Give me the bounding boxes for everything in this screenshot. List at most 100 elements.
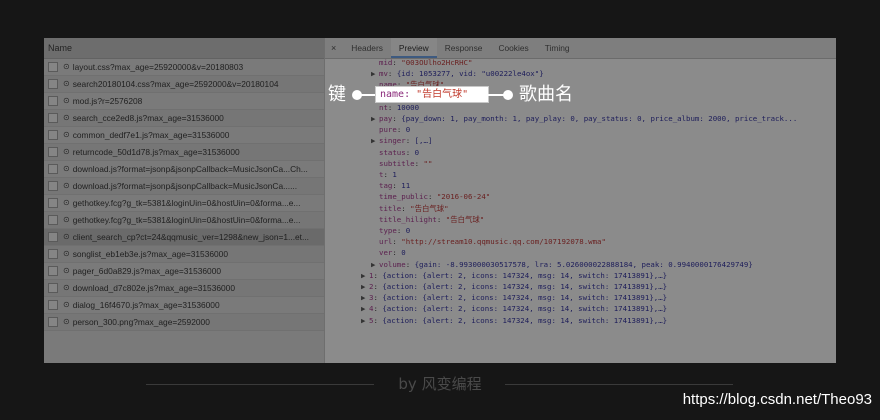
row-checkbox[interactable] [48,79,58,89]
json-value: 0 [405,226,411,235]
file-list: ⊙ layout.css?max_age=25920000&v=20180803 ⊙… [44,59,324,331]
row-checkbox[interactable] [48,147,58,157]
json-value: {action: {alert: 2, icons: 147324, msg: … [382,315,668,325]
row-checkbox[interactable] [48,249,58,259]
json-value: "告白气球" [410,203,449,213]
json-value: 0 [405,125,411,135]
row-checkbox[interactable] [48,215,58,225]
request-name: search_cce2ed8.js?max_age=31536000 [72,113,224,123]
tab-timing[interactable]: Timing [537,38,578,58]
request-row[interactable]: ⊙ layout.css?max_age=25920000&v=20180803 [44,59,324,76]
request-status-icon: ⊙ [63,249,70,258]
json-line: url: "http://stream10.qqmusic.qq.com/107… [379,237,606,247]
row-checkbox[interactable] [48,62,58,72]
row-checkbox[interactable] [48,130,58,140]
key-label: 键 [328,84,346,105]
json-key: subtitle [379,158,415,168]
name-field-callout: name: "告白气球" [375,86,489,103]
request-row[interactable]: ⊙ search20180104.css?max_age=2592000&v=20… [44,76,324,93]
json-line[interactable]: ▶ 5: {action: {alert: 2, icons: 147324, m… [361,314,667,327]
tab-preview[interactable]: Preview [390,38,437,58]
request-status-icon: ⊙ [63,96,70,105]
request-row[interactable]: ⊙ person_300.png?max_age=2592000 [44,314,324,331]
json-key: nt [379,102,388,112]
request-status-icon: ⊙ [63,147,70,156]
request-row[interactable]: ⊙ download_d7c802e.js?max_age=31536000 [44,280,324,297]
request-status-icon: ⊙ [63,181,70,190]
callout-value: "告白气球" [416,89,469,100]
request-name: search20180104.css?max_age=2592000&v=201… [72,79,279,89]
json-value: 11 [401,181,411,191]
request-name: mod.js?r=2576208 [72,96,143,106]
json-key: status [379,147,406,157]
row-checkbox[interactable] [48,317,58,327]
request-row[interactable]: ⊙ gethotkey.fcg?g_tk=5381&loginUin=0&host… [44,195,324,212]
request-status-icon: ⊙ [63,283,70,292]
request-name: layout.css?max_age=25920000&v=20180803 [72,62,244,72]
json-value: "2016-06-24" [436,192,491,202]
tab-cookies[interactable]: Cookies [490,38,536,58]
json-value: 0 [414,147,420,157]
row-checkbox[interactable] [48,96,58,106]
request-name: download_d7c802e.js?max_age=31536000 [72,283,235,293]
json-value: {gain: -8.993000030517578, lra: 5.026000… [414,259,753,269]
request-name: download.js?format=jsonp&jsonpCallback=M… [72,164,308,174]
request-row[interactable]: ⊙ dialog_16f4670.js?max_age=31536000 [44,297,324,314]
tab-headers[interactable]: Headers [343,38,391,58]
request-status-icon: ⊙ [63,62,70,71]
request-name: common_dedf7e1.js?max_age=31536000 [72,130,230,140]
row-checkbox[interactable] [48,113,58,123]
json-key: tag [379,181,393,191]
json-key: title [379,203,402,213]
row-checkbox[interactable] [48,300,58,310]
request-row[interactable]: ⊙ pager_6d0a829.js?max_age=31536000 [44,263,324,280]
json-key: url [379,237,393,247]
request-row[interactable]: ⊙ mod.js?r=2576208 [44,93,324,110]
json-value: {pay_down: 1, pay_month: 1, pay_play: 0,… [401,114,798,123]
request-row[interactable]: ⊙ songlist_eb1eb3e.js?max_age=31536000 [44,246,324,263]
request-row[interactable]: ⊙ download.js?format=jsonp&jsonpCallback=… [44,161,324,178]
row-checkbox[interactable] [48,266,58,276]
row-checkbox[interactable] [48,164,58,174]
row-checkbox[interactable] [48,283,58,293]
json-key: mv [379,69,388,79]
watermark-url: https://blog.csdn.net/Theo93 [682,391,872,408]
tab-response[interactable]: Response [437,38,491,58]
json-line[interactable]: ▶ pay: {pay_down: 1, pay_month: 1, pay_pl… [371,112,797,125]
request-row[interactable]: ⊙ common_dedf7e1.js?max_age=31536000 [44,127,324,144]
request-status-icon: ⊙ [63,317,70,326]
json-preview: mid: "003OUlho2HcRHC" ▶ mv: {id: 1053277, … [325,58,836,359]
json-value: "" [423,158,433,168]
json-key: singer [379,136,406,146]
json-value: {id: 1053277, vid: "u00222le4ox"} [396,69,544,79]
json-key: mid [379,58,393,67]
key-leader-line [360,94,376,96]
request-status-icon: ⊙ [63,266,70,275]
json-key: pure [379,125,397,135]
request-row[interactable]: ⊙ client_search_cp?ct=24&qqmusic_ver=1298… [44,229,324,246]
close-icon[interactable]: × [325,38,343,58]
request-row[interactable]: ⊙ returncode_50d1d78.js?max_age=31536000 [44,144,324,161]
request-name: client_search_cp?ct=24&qqmusic_ver=1298&… [72,232,309,242]
request-row[interactable]: ⊙ gethotkey.fcg?g_tk=5381&loginUin=0&host… [44,212,324,229]
json-key: ver [379,248,393,258]
json-key: time_public [379,192,428,202]
json-value: {action: {alert: 2, icons: 147324, msg: … [382,304,668,314]
row-checkbox[interactable] [48,232,58,242]
request-name: download.js?format=jsonp&jsonpCallback=M… [72,181,298,191]
json-value: 10000 [396,102,420,112]
expand-triangle-icon[interactable]: ▶ [361,314,369,327]
request-status-icon: ⊙ [63,164,70,173]
row-checkbox[interactable] [48,198,58,208]
json-value: "003OUlho2HcRHC" [401,58,473,67]
row-checkbox[interactable] [48,181,58,191]
json-key: pay [379,114,393,123]
json-key: volume [379,259,406,269]
request-status-icon: ⊙ [63,232,70,241]
json-value: [,…] [414,136,433,146]
name-column-header[interactable]: Name [44,38,324,59]
request-row[interactable]: ⊙ download.js?format=jsonp&jsonpCallback=… [44,178,324,195]
request-row[interactable]: ⊙ search_cce2ed8.js?max_age=31536000 [44,110,324,127]
json-value: {action: {alert: 2, icons: 147324, msg: … [382,282,668,291]
request-status-icon: ⊙ [63,215,70,224]
